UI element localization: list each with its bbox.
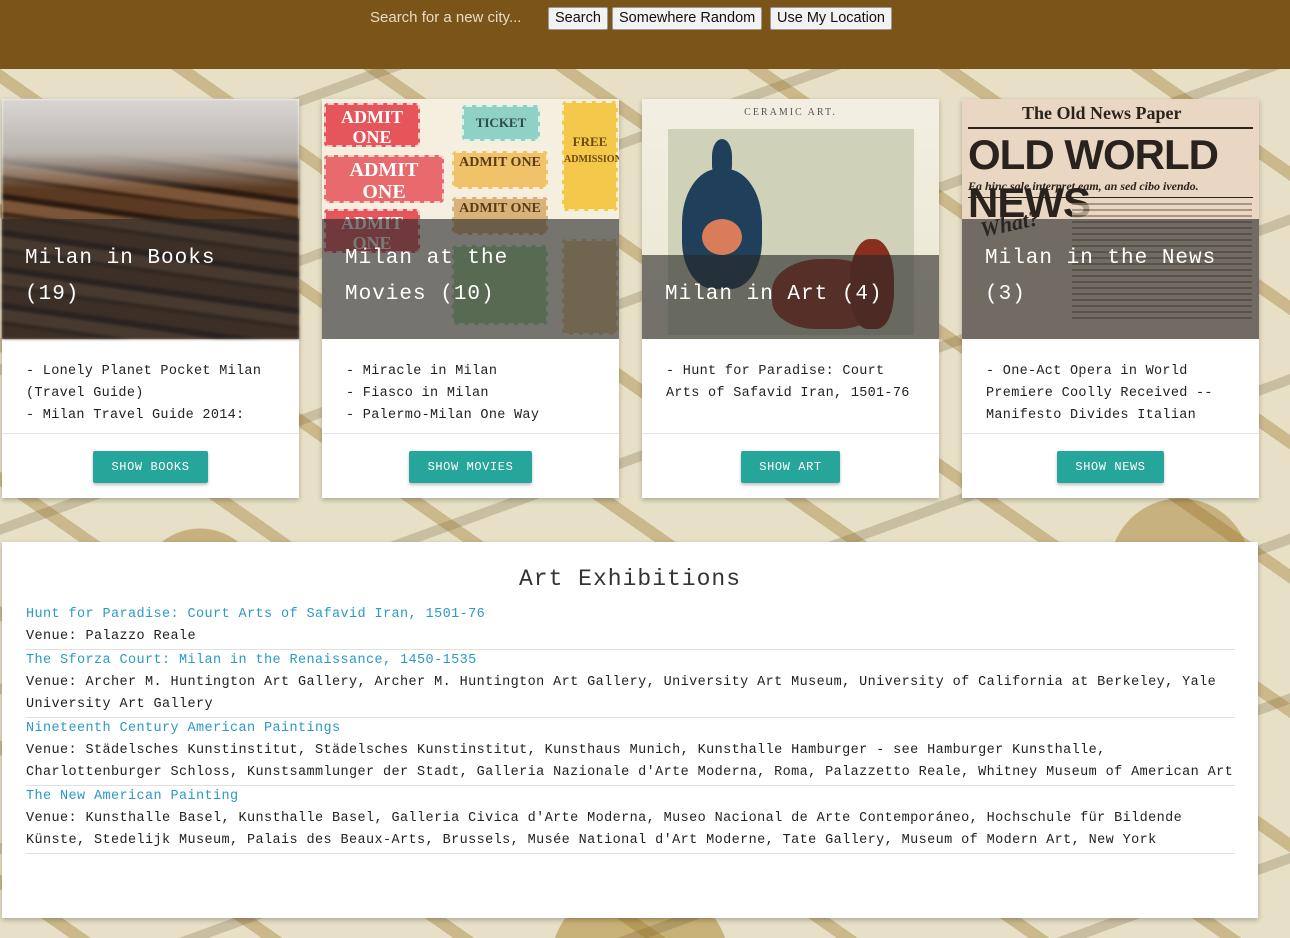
news-subhead: Ea hinc sale interpret eam, an sed cibo … (968, 179, 1199, 193)
news-rule (968, 127, 1253, 129)
exhibition-link[interactable]: Nineteenth Century American Paintings (26, 718, 1235, 740)
list-item: Nineteenth Century American Paintings Ve… (26, 718, 1235, 786)
art-card: CERAMIC ART. Milan in Art (4) - Hunt for… (642, 99, 939, 498)
admission-label: ADMISSION (564, 154, 619, 165)
books-card-title: Milan in Books (19) (2, 219, 299, 339)
show-art-button[interactable]: SHOW ART (741, 451, 840, 483)
news-card: The Old News Paper OLD WORLD NEWS Ea hin… (962, 99, 1259, 498)
books-list: - Lonely Planet Pocket Milan (Travel Gui… (26, 361, 281, 433)
card-divider (642, 433, 939, 434)
exhibition-link[interactable]: The Sforza Court: Milan in the Renaissan… (26, 650, 1235, 672)
card-divider (322, 433, 619, 434)
top-bar: Search for a new city... Search Somewher… (0, 0, 1290, 69)
art-image-caption: CERAMIC ART. (744, 107, 837, 118)
show-news-button[interactable]: SHOW NEWS (1057, 451, 1164, 483)
exhibition-venue: Venue: Kunsthalle Basel, Kunsthalle Base… (26, 811, 1183, 848)
somewhere-random-button[interactable]: Somewhere Random (612, 7, 763, 30)
movies-list: - Miracle in Milan - Fiasco in Milan - P… (346, 361, 601, 433)
news-list: - One-Act Opera in World Premiere Coolly… (986, 361, 1241, 433)
free-label: FREE (572, 134, 608, 149)
ticket-image: ADMIT ONE (452, 151, 548, 189)
list-item: - Palermo-Milan One Way (346, 408, 540, 423)
list-item: - Milan Travel Guide 2014: (26, 408, 245, 423)
exhibition-link[interactable]: Hunt for Paradise: Court Arts of Safavid… (26, 604, 1235, 626)
art-exhibitions-panel: Art Exhibitions Hunt for Paradise: Court… (2, 542, 1258, 918)
news-rule (968, 197, 1253, 198)
list-item: - Hunt for Paradise: Court Arts of Safav… (666, 364, 910, 401)
card-divider (962, 433, 1259, 434)
list-item: The Sforza Court: Milan in the Renaissan… (26, 650, 1235, 718)
movies-card: ADMIT ONE ADMIT ONE ADMIT ONE TICKET ADM… (322, 99, 619, 498)
news-card-title: Milan in the News (3) (962, 219, 1259, 339)
show-books-button[interactable]: SHOW BOOKS (93, 451, 208, 483)
news-masthead: The Old News Paper (1022, 103, 1182, 123)
exhibition-link[interactable]: The New American Painting (26, 786, 1235, 808)
movies-card-title: Milan at the Movies (10) (322, 219, 619, 339)
list-item: - Lonely Planet Pocket Milan (Travel Gui… (26, 364, 262, 401)
search-button[interactable]: Search (548, 7, 608, 30)
art-card-title: Milan in Art (4) (642, 255, 939, 339)
ticket-image: FREE ADMISSION (562, 101, 619, 211)
list-item: - Miracle in Milan (346, 364, 498, 379)
vase-medallion (702, 219, 742, 255)
list-item: Hunt for Paradise: Court Arts of Safavid… (26, 604, 1235, 650)
show-movies-button[interactable]: SHOW MOVIES (409, 451, 532, 483)
vase-lid (712, 139, 732, 173)
ticket-image: ADMIT ONE (324, 155, 444, 203)
ticket-image: TICKET (462, 105, 540, 141)
art-list: - Hunt for Paradise: Court Arts of Safav… (666, 361, 921, 433)
exhibition-venue: Venue: Palazzo Reale (26, 629, 197, 644)
use-my-location-button[interactable]: Use My Location (770, 7, 892, 30)
list-item: - One-Act Opera in World Premiere Coolly… (986, 364, 1213, 423)
list-item: - Fiasco in Milan (346, 386, 489, 401)
exhibitions-list: Hunt for Paradise: Court Arts of Safavid… (26, 604, 1235, 854)
exhibition-venue: Venue: Archer M. Huntington Art Gallery,… (26, 675, 1217, 712)
list-item: The New American Painting Venue: Kunstha… (26, 786, 1235, 854)
card-divider (2, 433, 299, 434)
books-card: Milan in Books (19) - Lonely Planet Pock… (2, 99, 299, 498)
ticket-image: ADMIT ONE (324, 103, 420, 147)
exhibition-venue: Venue: Städelsches Kunstinstitut, Städel… (26, 743, 1234, 780)
city-search-input[interactable]: Search for a new city... (370, 9, 521, 26)
exhibitions-title: Art Exhibitions (518, 566, 742, 592)
